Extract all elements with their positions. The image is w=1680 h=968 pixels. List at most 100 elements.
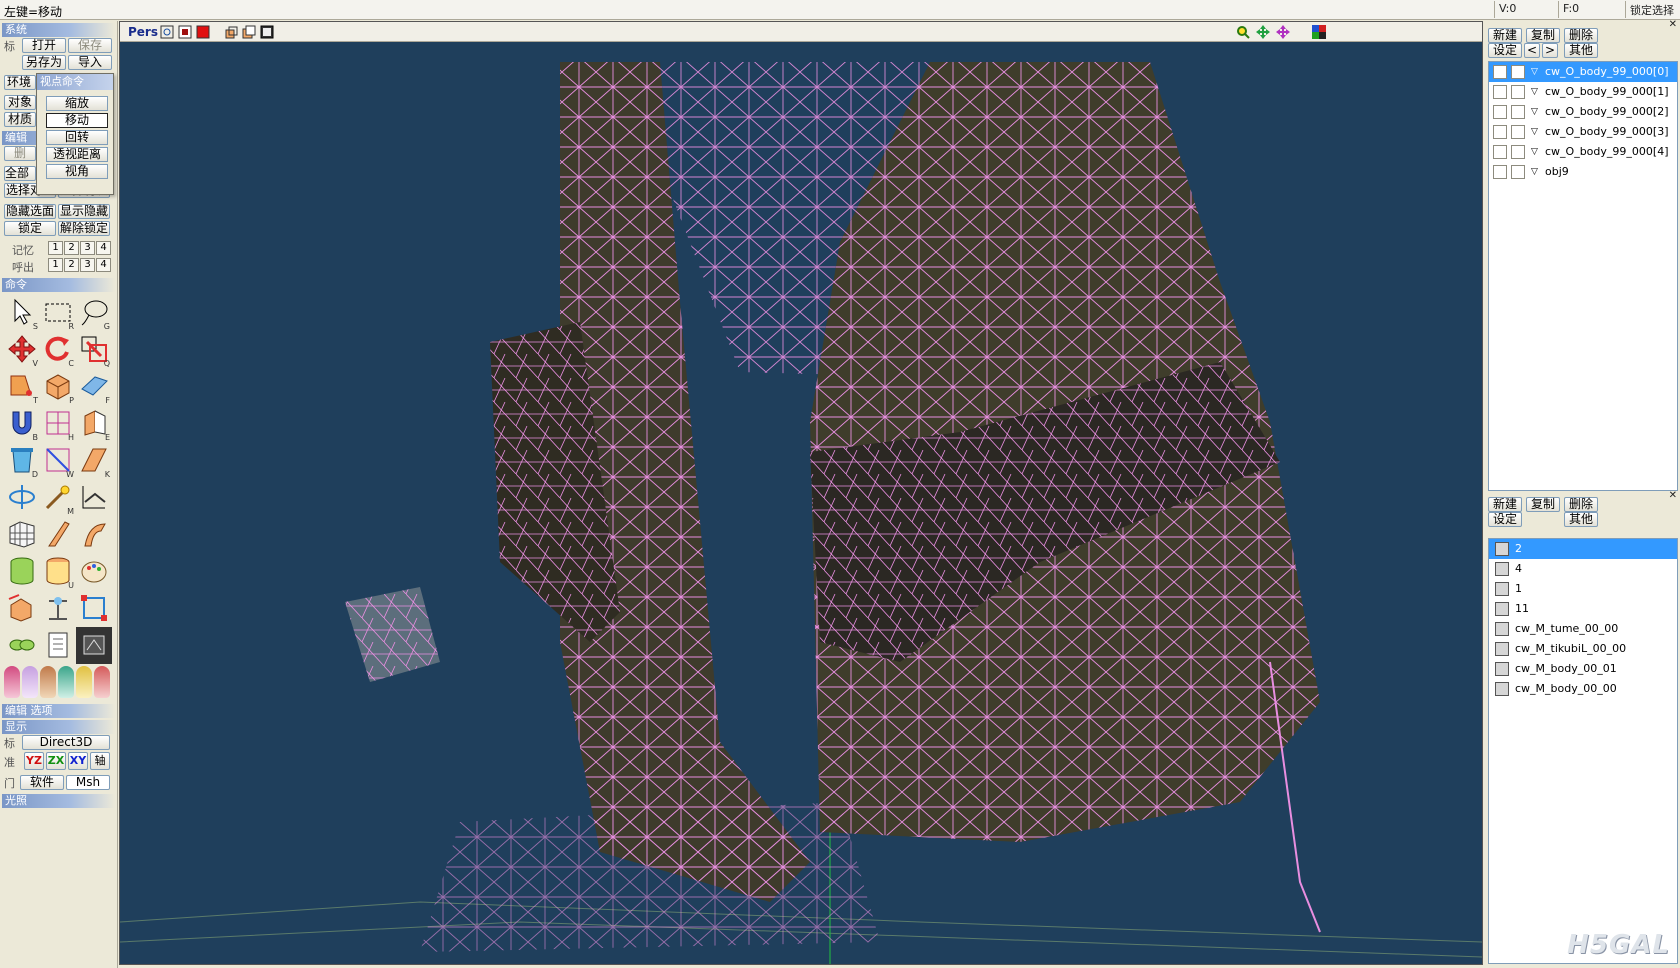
- env-button[interactable]: 环境: [4, 75, 36, 90]
- link-tool-icon[interactable]: [4, 627, 40, 664]
- wireframe-toggle-icon[interactable]: [160, 25, 174, 39]
- pan-view-icon[interactable]: [1256, 25, 1270, 39]
- rotate-view-button[interactable]: 回转: [46, 130, 108, 145]
- lock-toggle[interactable]: [1511, 165, 1525, 179]
- visibility-toggle[interactable]: [1493, 85, 1507, 99]
- object-row[interactable]: ▽ cw_O_body_99_000[1]: [1489, 82, 1677, 102]
- render-tool-icon[interactable]: [76, 627, 112, 664]
- face-toggle-icon[interactable]: [178, 25, 192, 39]
- recall-slot-2[interactable]: 2: [64, 258, 79, 272]
- lock-toggle[interactable]: [1511, 145, 1525, 159]
- object-other-button[interactable]: 其他: [1564, 43, 1598, 58]
- 3d-viewport[interactable]: Pers: [119, 21, 1483, 965]
- open-button[interactable]: 打开: [22, 38, 66, 53]
- material-row[interactable]: 2: [1489, 539, 1677, 559]
- hide-faces-button[interactable]: 隐藏选面: [4, 204, 56, 219]
- knife-tool-icon[interactable]: [40, 516, 76, 553]
- unlock-button[interactable]: 解除锁定: [58, 221, 110, 236]
- lock-toggle[interactable]: [1511, 65, 1525, 79]
- visibility-toggle[interactable]: [1493, 125, 1507, 139]
- delete-object-button[interactable]: 删除: [1564, 28, 1598, 43]
- lock-toggle[interactable]: [1511, 105, 1525, 119]
- screen-view-icon[interactable]: [260, 25, 274, 39]
- scale-tool-icon[interactable]: Q: [76, 331, 112, 368]
- object-panel-button[interactable]: 对象: [4, 95, 36, 110]
- save-button[interactable]: 保存: [68, 38, 112, 53]
- vertex-tool-icon[interactable]: T: [4, 368, 40, 405]
- expand-icon[interactable]: ▽: [1531, 162, 1538, 182]
- move-tool-icon[interactable]: V: [4, 331, 40, 368]
- next-object-button[interactable]: >: [1542, 43, 1558, 58]
- memory-slot-1[interactable]: 1: [48, 241, 63, 255]
- yz-view-button[interactable]: YZ: [24, 752, 44, 770]
- object-settings-button[interactable]: 设定: [1488, 43, 1522, 58]
- move-view-button[interactable]: 移动: [46, 113, 108, 128]
- character-icon[interactable]: [4, 666, 20, 698]
- material-panel-button[interactable]: 材质: [4, 112, 36, 127]
- face-tool-icon[interactable]: F: [76, 368, 112, 405]
- copy-material-button[interactable]: 复制: [1526, 497, 1560, 512]
- section-command[interactable]: 命令: [2, 278, 115, 292]
- bone-tool-icon[interactable]: [40, 590, 76, 627]
- visibility-toggle[interactable]: [1493, 65, 1507, 79]
- bend-tool-icon[interactable]: [76, 479, 112, 516]
- lock-toggle[interactable]: [1511, 125, 1525, 139]
- software-button[interactable]: 软件: [20, 775, 64, 790]
- rotate-view-icon[interactable]: [1276, 25, 1290, 39]
- object-row[interactable]: ▽ cw_O_body_99_000[2]: [1489, 102, 1677, 122]
- object-view-icon[interactable]: [224, 25, 238, 39]
- delete-material-button[interactable]: 删除: [1564, 497, 1598, 512]
- recall-slot-1[interactable]: 1: [48, 258, 63, 272]
- new-object-button[interactable]: 新建: [1488, 28, 1522, 43]
- section-display[interactable]: 显示: [2, 720, 115, 734]
- delete-button[interactable]: 删: [4, 146, 36, 161]
- xy-view-button[interactable]: XY: [68, 752, 88, 770]
- saveas-button[interactable]: 另存为: [22, 55, 66, 70]
- lattice-tool-icon[interactable]: [4, 516, 40, 553]
- rect-select-icon[interactable]: R: [40, 294, 76, 331]
- material-row[interactable]: cw_M_tikubiL_00_00: [1489, 639, 1677, 659]
- extrude-tool-icon[interactable]: E: [76, 405, 112, 442]
- color-toggle-icon[interactable]: [196, 25, 210, 39]
- material-settings-button[interactable]: 设定: [1488, 512, 1522, 527]
- zx-view-button[interactable]: ZX: [46, 752, 66, 770]
- color-palette-icon[interactable]: [1312, 25, 1326, 39]
- zoom-view-icon[interactable]: [1236, 25, 1250, 39]
- magic-wand-icon[interactable]: M: [40, 479, 76, 516]
- material-row[interactable]: cw_M_body_00_00: [1489, 679, 1677, 699]
- knife-grid-icon[interactable]: H: [40, 405, 76, 442]
- uv-tool-icon[interactable]: U: [40, 553, 76, 590]
- direct3d-button[interactable]: Direct3D: [22, 735, 110, 750]
- recall-slot-3[interactable]: 3: [80, 258, 95, 272]
- delete-tool-icon[interactable]: D: [4, 442, 40, 479]
- recall-slot-4[interactable]: 4: [96, 258, 111, 272]
- new-material-button[interactable]: 新建: [1488, 497, 1522, 512]
- zoom-button[interactable]: 缩放: [46, 96, 108, 111]
- pivot-tool-icon[interactable]: [76, 590, 112, 627]
- copy-object-button[interactable]: 复制: [1526, 28, 1560, 43]
- lasso-select-icon[interactable]: G: [76, 294, 112, 331]
- memory-slot-3[interactable]: 3: [80, 241, 95, 255]
- field-of-view-button[interactable]: 视角: [46, 164, 108, 179]
- expand-icon[interactable]: ▽: [1531, 142, 1538, 162]
- object-row[interactable]: ▽ cw_O_body_99_000[0]: [1489, 62, 1677, 82]
- projection-mode-label[interactable]: Pers: [128, 25, 158, 39]
- select-tool-icon[interactable]: S: [4, 294, 40, 331]
- character-icon[interactable]: [22, 666, 38, 698]
- cylinder-uv-icon[interactable]: [4, 553, 40, 590]
- script-tool-icon[interactable]: [40, 627, 76, 664]
- character-icon[interactable]: [76, 666, 92, 698]
- expand-icon[interactable]: ▽: [1531, 102, 1538, 122]
- material-other-button[interactable]: 其他: [1564, 512, 1598, 527]
- material-row[interactable]: cw_M_body_00_01: [1489, 659, 1677, 679]
- section-edit-options[interactable]: 编辑 选项: [2, 704, 115, 718]
- import-button[interactable]: 导入: [68, 55, 112, 70]
- section-system[interactable]: 系统: [2, 23, 115, 37]
- bevel-tool-icon[interactable]: K: [76, 442, 112, 479]
- character-icon[interactable]: [40, 666, 56, 698]
- object-row[interactable]: ▽ cw_O_body_99_000[3]: [1489, 122, 1677, 142]
- character-icon[interactable]: [94, 666, 110, 698]
- prev-object-button[interactable]: <: [1524, 43, 1540, 58]
- material-row[interactable]: cw_M_tume_00_00: [1489, 619, 1677, 639]
- rotate-tool-icon[interactable]: C: [40, 331, 76, 368]
